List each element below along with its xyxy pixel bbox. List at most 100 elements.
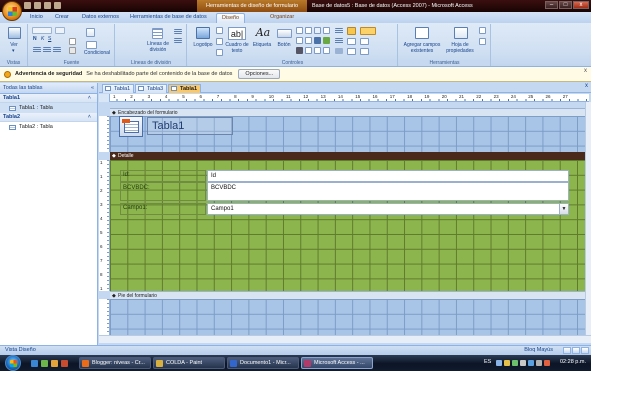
select-icon[interactable] [347, 27, 356, 35]
design-view-icon[interactable] [581, 347, 589, 354]
hoja-propiedades-button[interactable]: Hoja de propiedades [442, 42, 478, 54]
undo-icon[interactable] [34, 2, 41, 9]
agregar-campos-button[interactable]: Agregar campos existentes [399, 42, 445, 54]
tab-diseno[interactable]: Diseño [216, 13, 246, 23]
field-label-campo1[interactable]: Campo1: [123, 205, 147, 211]
redo-icon[interactable] [44, 2, 51, 9]
control-icon[interactable] [323, 37, 330, 44]
quicklaunch-icon[interactable] [41, 360, 48, 367]
doc-tab-form-tabla1[interactable]: Tabla1 [168, 84, 202, 93]
nav-item-tabla1[interactable]: Tabla1 : Tabla [0, 103, 97, 113]
control-icon[interactable] [314, 37, 321, 44]
field-id[interactable]: Id [207, 170, 569, 182]
horizontal-ruler[interactable]: 1 2 3 4 5 6 7 8 9 10 11 12 13 14 15 16 17 18 19 20 21 22 23 24 2… [99, 94, 589, 102]
volume-icon[interactable] [536, 360, 542, 366]
vertical-scrollbar[interactable] [585, 102, 591, 335]
line-color-icon[interactable] [335, 48, 343, 54]
control-icon[interactable] [296, 37, 303, 44]
control-icon[interactable] [305, 27, 312, 34]
form-selector[interactable] [99, 94, 110, 102]
collapse-pane-icon[interactable]: « [91, 83, 94, 93]
nav-group-tabla2[interactable]: Tabla2 ˄ [0, 113, 97, 122]
tab-herramientas-bd[interactable]: Herramientas de base de datos [130, 14, 207, 20]
line-icon[interactable] [335, 28, 343, 34]
italic-icon[interactable]: K [41, 36, 44, 43]
nav-group-tabla1[interactable]: Tabla1 ˄ [0, 94, 97, 103]
label-icon[interactable]: Aa [254, 26, 272, 40]
textbox-icon[interactable]: ab| [228, 27, 246, 40]
date-time-icon[interactable] [216, 49, 223, 56]
field-label-id[interactable]: Id: [123, 172, 130, 178]
condicional-button[interactable]: Condicional [79, 50, 115, 57]
line-width-icon[interactable] [174, 29, 182, 34]
label-box[interactable] [120, 170, 206, 182]
clock[interactable]: 02:28 p.m. [560, 359, 586, 365]
taskbar-item-paint[interactable]: COLDA - Paint [153, 357, 225, 369]
tab-order-icon[interactable] [479, 27, 486, 34]
tray-icon[interactable] [504, 360, 510, 366]
tray-icon[interactable] [544, 360, 550, 366]
tab-inicio[interactable]: Inicio [30, 14, 43, 20]
doc-tab-tabla1[interactable]: Tabla1 [102, 84, 135, 93]
conditional-format-icon[interactable] [86, 41, 97, 49]
chevron-up-icon[interactable]: ˄ [88, 113, 91, 122]
bold-icon[interactable]: N [33, 36, 37, 43]
form-footer-bar[interactable]: ◆ Pie del formulario [110, 291, 585, 299]
control-icon[interactable] [314, 47, 321, 54]
field-campo1[interactable]: Campo1 ▼ [207, 203, 569, 215]
form-header-bar[interactable]: ◆ Encabezado del formulario [110, 108, 585, 116]
control-icon[interactable] [347, 48, 356, 55]
logo-icon[interactable] [196, 27, 210, 39]
tray-icon[interactable] [496, 360, 502, 366]
etiqueta-button[interactable]: Etiqueta [250, 42, 274, 49]
font-name-box[interactable] [32, 27, 52, 34]
control-icon[interactable] [360, 38, 369, 45]
tab-organizar[interactable]: Organizar [270, 14, 294, 20]
customize-qat-icon[interactable] [54, 2, 61, 9]
field-bcvbdc[interactable]: BCVBDC [207, 182, 569, 201]
cuadro-texto-button[interactable]: Cuadro de texto [225, 42, 249, 54]
button-icon[interactable] [277, 29, 292, 38]
save-icon[interactable] [24, 2, 31, 9]
fill-color-icon[interactable] [69, 38, 76, 45]
logotipo-button[interactable]: Logotipo [192, 42, 214, 49]
use-wizard-icon[interactable] [360, 27, 376, 35]
taskbar-item-word[interactable]: Documento1 - Micr... [227, 357, 299, 369]
tab-datos-externos[interactable]: Datos externos [82, 14, 119, 20]
control-icon[interactable] [323, 27, 330, 34]
field-label-bcvbdc[interactable]: BCVBDC: [123, 185, 150, 191]
quicklaunch-icon[interactable] [61, 360, 68, 367]
control-icon[interactable] [323, 47, 330, 54]
doc-tab-tabla3[interactable]: Tabla3 [135, 84, 168, 93]
property-sheet-icon[interactable] [454, 27, 468, 39]
maximize-button[interactable]: □ [559, 1, 572, 9]
font-color-icon[interactable] [69, 47, 76, 54]
office-button[interactable] [2, 1, 22, 21]
nav-pane-header[interactable]: Todas las tablas « [0, 83, 97, 94]
options-button[interactable]: Opciones... [238, 69, 281, 79]
language-indicator[interactable]: ES [484, 359, 491, 365]
form-footer-area[interactable] [110, 299, 585, 335]
title-icon[interactable] [216, 27, 223, 34]
control-icon[interactable] [360, 48, 369, 55]
close-button[interactable]: x [573, 1, 589, 9]
close-icon[interactable]: x [584, 68, 587, 74]
detail-bar[interactable]: ◆ Detalle [110, 152, 585, 160]
font-size-box[interactable] [55, 27, 65, 34]
control-icon[interactable] [347, 38, 356, 45]
quicklaunch-icon[interactable] [31, 360, 38, 367]
tab-crear[interactable]: Crear [55, 14, 69, 20]
form-title[interactable]: Tabla1 [147, 117, 233, 135]
gridlines-icon[interactable] [152, 28, 163, 39]
line-thickness-icon[interactable] [335, 38, 343, 44]
control-icon[interactable] [305, 47, 312, 54]
align-left-icon[interactable] [33, 47, 41, 53]
layout-view-icon[interactable] [572, 347, 580, 354]
network-icon[interactable] [528, 360, 534, 366]
control-icon[interactable] [296, 47, 303, 54]
format-icon[interactable] [86, 28, 95, 37]
start-button[interactable] [5, 355, 21, 371]
quicklaunch-icon[interactable] [51, 360, 58, 367]
control-icon[interactable] [296, 27, 303, 34]
control-icon[interactable] [314, 27, 321, 34]
